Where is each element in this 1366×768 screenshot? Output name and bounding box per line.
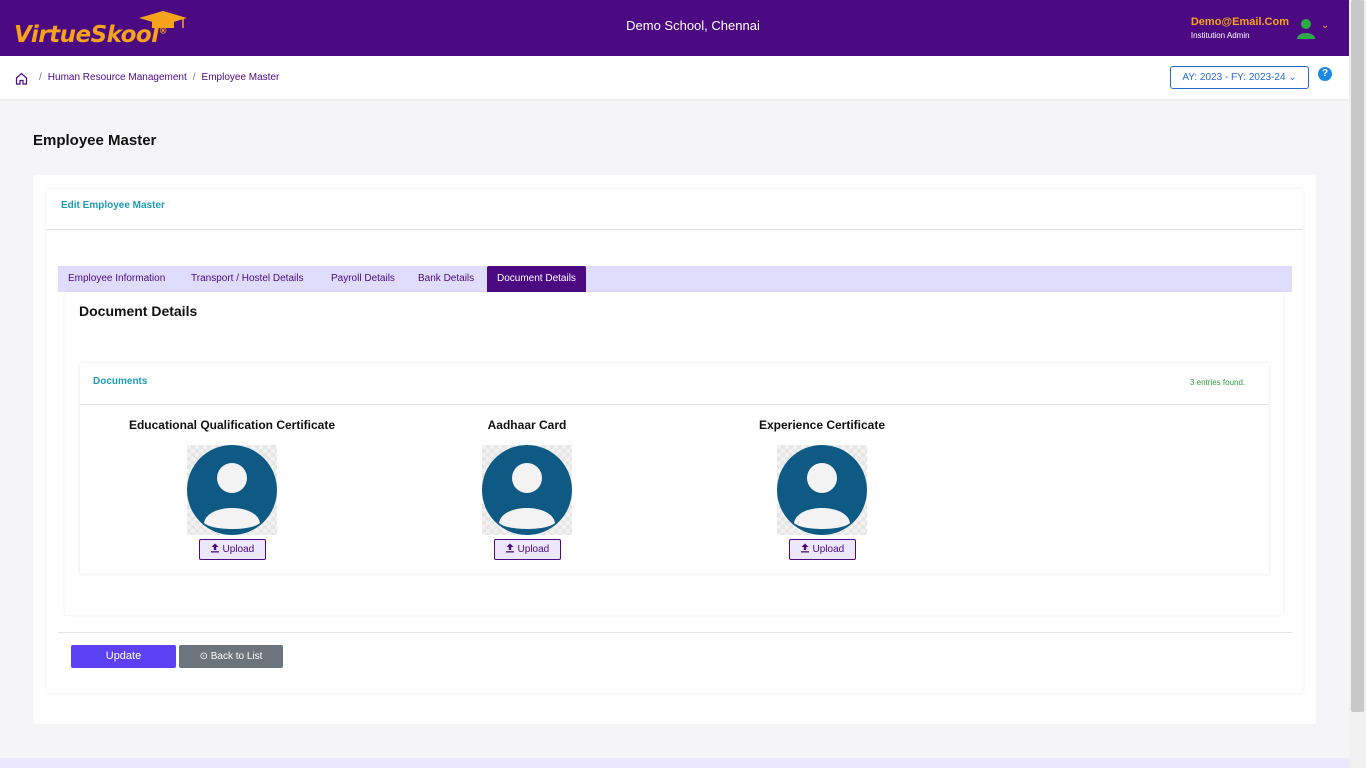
edit-title: Edit Employee Master: [61, 200, 165, 211]
user-avatar-icon[interactable]: [1296, 18, 1316, 40]
tab-transport-hostel-details[interactable]: Transport / Hostel Details: [181, 266, 313, 292]
back-to-list-label: Back to List: [210, 651, 263, 662]
chevron-down-icon[interactable]: ⌄: [1321, 20, 1329, 31]
document-preview: [482, 445, 572, 535]
upload-label: Upload: [517, 544, 550, 555]
upload-icon: [505, 543, 514, 553]
user-role: Institution Admin: [1190, 31, 1250, 40]
user-placeholder-icon: [187, 445, 277, 535]
page-title: Employee Master: [33, 132, 157, 149]
divider: [80, 404, 1269, 405]
help-icon[interactable]: ?: [1318, 67, 1332, 81]
scrollbar-thumb[interactable]: [1351, 0, 1364, 712]
document-label: Aadhaar Card: [487, 418, 567, 432]
document-item: Educational Qualification Certificate Up…: [112, 418, 352, 560]
document-item: Experience Certificate Upload: [702, 418, 942, 560]
breadcrumb-bar: / Human Resource Management / Employee Mast…: [0, 56, 1349, 99]
upload-button[interactable]: Upload: [493, 539, 561, 560]
upload-button[interactable]: Upload: [198, 539, 266, 560]
academic-year-dropdown[interactable]: AY: 2023 - FY: 2023-24 ⌄: [1170, 66, 1309, 89]
user-placeholder-icon: [777, 445, 867, 535]
breadcrumb-hrm[interactable]: Human Resource Management: [48, 72, 187, 83]
breadcrumb-separator: /: [39, 72, 42, 83]
documents-title: Documents: [93, 376, 148, 387]
tab-bank-details[interactable]: Bank Details: [408, 266, 484, 292]
user-placeholder-icon: [482, 445, 572, 535]
upload-button[interactable]: Upload: [788, 539, 856, 560]
footer: [0, 758, 1349, 768]
breadcrumb-employee-master: Employee Master: [201, 72, 280, 83]
arrow-circle-left-icon: ⊙: [199, 651, 208, 662]
tab-bar: Employee Information Transport / Hostel …: [58, 266, 1292, 292]
tab-employee-information[interactable]: Employee Information: [58, 266, 175, 292]
document-preview: [187, 445, 277, 535]
update-button[interactable]: Update: [71, 645, 176, 668]
upload-icon: [800, 543, 809, 553]
tab-payroll-details[interactable]: Payroll Details: [321, 266, 405, 292]
divider: [46, 229, 1303, 230]
back-to-list-button[interactable]: ⊙ Back to List: [179, 645, 283, 668]
document-label: Educational Qualification Certificate: [128, 418, 336, 432]
upload-label: Upload: [812, 544, 845, 555]
document-item: Aadhaar Card Upload: [407, 418, 647, 560]
tab-document-details[interactable]: Document Details: [487, 266, 586, 292]
user-email: Demo@Email.Com: [1190, 16, 1289, 28]
document-preview: [777, 445, 867, 535]
entries-count: 3 entries found.: [1190, 378, 1246, 387]
top-navbar: VirtueSkool® Demo School, Chennai Demo@E…: [0, 0, 1349, 56]
divider: [58, 632, 1292, 633]
home-icon[interactable]: [15, 72, 28, 85]
upload-label: Upload: [222, 544, 255, 555]
school-name: Demo School, Chennai: [626, 18, 760, 33]
upload-icon: [210, 543, 219, 553]
document-details-title: Document Details: [79, 303, 198, 319]
breadcrumb: / Human Resource Management / Employee Mast…: [33, 72, 279, 83]
user-info[interactable]: Demo@Email.Com Institution Admin: [1191, 16, 1289, 40]
document-label: Experience Certificate: [758, 418, 886, 432]
breadcrumb-separator: /: [192, 72, 196, 83]
